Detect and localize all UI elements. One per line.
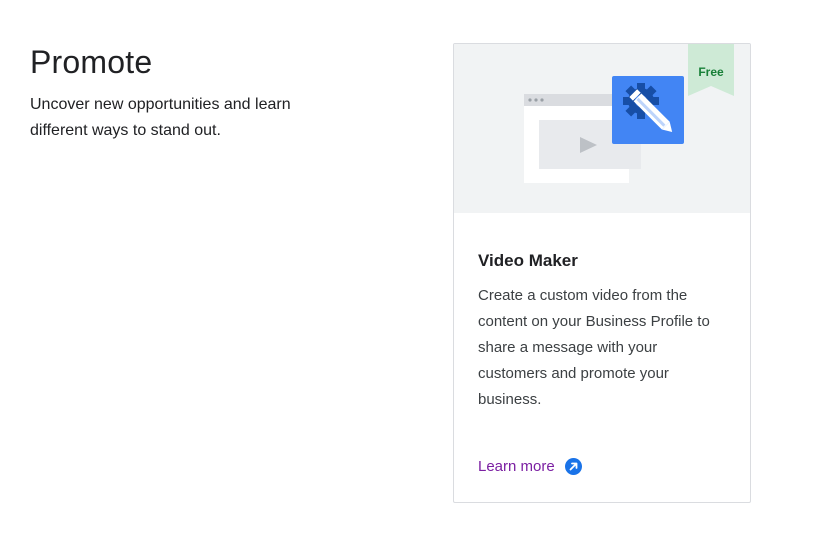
learn-more-label: Learn more <box>478 458 555 475</box>
card-illustration-area: Free <box>454 44 750 213</box>
promote-section-intro: Promote Uncover new opportunities and le… <box>30 42 330 144</box>
video-editor-illustration <box>524 74 694 189</box>
card-content: Video Maker Create a custom video from t… <box>454 213 750 413</box>
free-badge: Free <box>688 44 734 96</box>
card-title: Video Maker <box>478 251 578 270</box>
section-title: Promote <box>30 44 153 80</box>
external-link-arrow-icon <box>564 458 582 475</box>
video-maker-card: Free Video Maker Create a custom video f… <box>453 43 751 503</box>
learn-more-link[interactable]: Learn more <box>478 458 582 475</box>
card-description: Create a custom video from the content o… <box>478 287 710 408</box>
free-badge-label: Free <box>698 65 724 79</box>
section-description: Uncover new opportunities and learn diff… <box>30 96 291 139</box>
